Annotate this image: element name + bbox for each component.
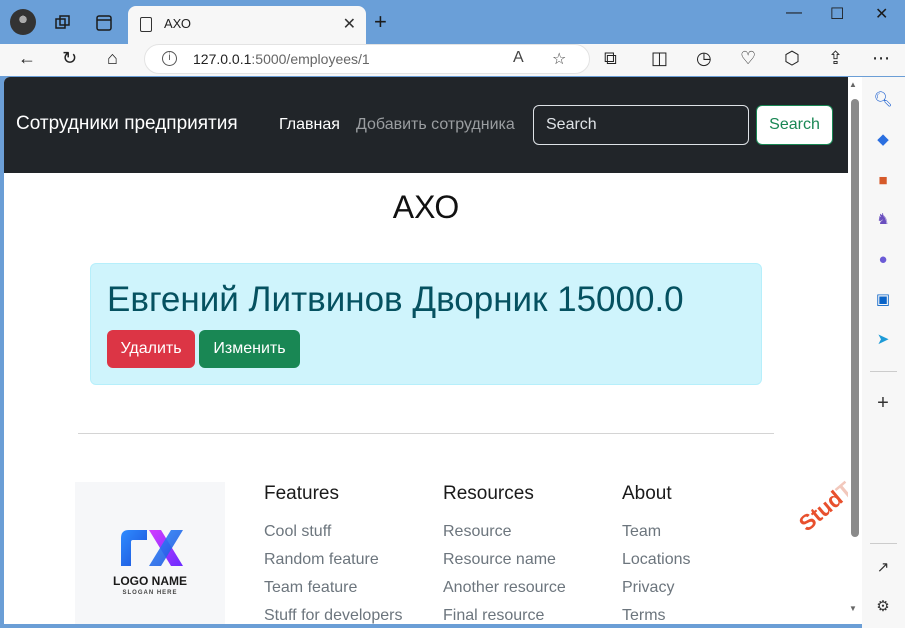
more-menu-icon[interactable]: ⋯ xyxy=(872,48,890,69)
add-icon[interactable]: + xyxy=(873,392,893,414)
favorite-star-icon[interactable]: ☆ xyxy=(552,49,566,69)
site-info-icon[interactable]: i xyxy=(162,51,177,66)
edge-sidebar: 🔍︎ ◆ ■ ♞ ● ▣ ➤ + ↗ ⚙ xyxy=(862,77,905,628)
scroll-up-icon[interactable]: ▲ xyxy=(849,80,857,89)
footer-link[interactable]: Random feature xyxy=(264,551,402,579)
search-input[interactable] xyxy=(533,105,749,145)
footer-link[interactable]: Team feature xyxy=(264,579,402,607)
department-title: АХО xyxy=(392,189,460,225)
footer-column-title: Features xyxy=(264,483,339,504)
tab-title: АХО xyxy=(164,16,192,31)
history-icon[interactable]: ◷ xyxy=(696,48,712,69)
browser-toolbar: ← ↻ ⌂ i 127.0.0.1:5000/employees/1 A ☆ ⧉… xyxy=(0,44,905,76)
footer-link[interactable]: Another resource xyxy=(443,579,566,607)
footer-link[interactable]: Final resource xyxy=(443,607,566,624)
extensions-icon[interactable]: ⧉ xyxy=(604,48,617,69)
employee-info: Евгений Литвинов Дворник 15000.0 xyxy=(107,280,684,319)
back-icon[interactable]: ← xyxy=(18,48,36,69)
share-icon[interactable]: ⇪ xyxy=(828,48,843,69)
url-text: 127.0.0.1:5000/employees/1 xyxy=(193,51,370,67)
scroll-down-icon[interactable]: ▼ xyxy=(849,604,857,613)
logo-name: LOGO NAME xyxy=(113,574,187,588)
footer-link[interactable]: Privacy xyxy=(622,579,691,607)
logo-slogan: SLOGAN HERE xyxy=(122,590,178,596)
nav-link-home[interactable]: Главная xyxy=(279,116,340,134)
footer-link[interactable]: Resource name xyxy=(443,551,566,579)
sidebar-separator xyxy=(870,543,897,544)
outlook-icon[interactable]: ▣ xyxy=(873,289,893,309)
footer-link[interactable]: Cool stuff xyxy=(264,523,402,551)
footer-divider xyxy=(78,433,774,434)
games-icon[interactable]: ♞ xyxy=(873,209,893,229)
footer-column-title: Resources xyxy=(443,483,534,504)
employee-card: Евгений Литвинов Дворник 15000.0 Удалить… xyxy=(90,263,762,385)
read-aloud-icon[interactable]: A xyxy=(513,49,524,67)
copilot-icon[interactable]: ● xyxy=(873,249,893,269)
open-external-icon[interactable]: ↗ xyxy=(873,557,893,577)
shopping-tag-icon[interactable]: ◆ xyxy=(873,129,893,149)
delete-button[interactable]: Удалить xyxy=(107,330,195,368)
footer-column-resources: Resources Resource Resource name Another… xyxy=(443,483,566,624)
close-tab-icon[interactable]: ✕ xyxy=(343,14,356,34)
refresh-icon[interactable]: ↻ xyxy=(62,48,77,69)
close-window-icon[interactable]: ✕ xyxy=(875,4,888,24)
settings-gear-icon[interactable]: ⚙ xyxy=(873,596,893,616)
logo-mark-icon xyxy=(121,530,183,566)
active-tab[interactable]: АХО ✕ xyxy=(128,6,366,44)
new-tab-icon[interactable]: + xyxy=(374,9,387,35)
workspaces-icon[interactable] xyxy=(50,10,76,36)
performance-icon[interactable]: ♡ xyxy=(740,48,756,69)
page-icon xyxy=(140,17,152,32)
footer-link[interactable]: Locations xyxy=(622,551,691,579)
profile-avatar[interactable] xyxy=(10,9,36,35)
edit-button[interactable]: Изменить xyxy=(199,330,300,368)
sidebar-separator xyxy=(870,371,897,372)
send-icon[interactable]: ➤ xyxy=(873,329,893,349)
footer-logo[interactable]: LOGO NAME SLOGAN HERE xyxy=(75,482,225,624)
navbar-brand[interactable]: Сотрудники предприятия xyxy=(16,113,238,135)
collections-icon[interactable]: ⬡ xyxy=(784,48,800,69)
footer-column-title: About xyxy=(622,483,672,504)
split-screen-icon[interactable]: ◫ xyxy=(651,48,668,69)
footer-link[interactable]: Stuff for developers xyxy=(264,607,402,624)
scrollbar-thumb[interactable] xyxy=(851,99,859,537)
search-button[interactable]: Search xyxy=(756,105,833,145)
minimize-icon[interactable]: — xyxy=(786,4,802,22)
footer-column-features: Features Cool stuff Random feature Team … xyxy=(264,483,402,624)
app-navbar: Сотрудники предприятия Главная Добавить … xyxy=(4,77,848,173)
tab-actions-icon[interactable] xyxy=(91,10,117,36)
search-icon[interactable]: 🔍︎ xyxy=(873,89,893,109)
nav-link-add-employee[interactable]: Добавить сотрудника xyxy=(356,116,515,134)
footer-link[interactable]: Team xyxy=(622,523,691,551)
footer-link[interactable]: Resource xyxy=(443,523,566,551)
home-icon[interactable]: ⌂ xyxy=(107,48,118,69)
watermark: StudTeam xyxy=(794,449,848,537)
footer-link[interactable]: Terms xyxy=(622,607,691,624)
page-viewport: Сотрудники предприятия Главная Добавить … xyxy=(4,77,848,624)
tab-strip: АХО ✕ + — ☐ ✕ xyxy=(0,0,905,44)
footer-column-about: About Team Locations Privacy Terms xyxy=(622,483,691,624)
tools-icon[interactable]: ■ xyxy=(873,170,893,190)
maximize-icon[interactable]: ☐ xyxy=(830,4,844,24)
address-bar[interactable]: i 127.0.0.1:5000/employees/1 A ☆ xyxy=(144,44,590,74)
